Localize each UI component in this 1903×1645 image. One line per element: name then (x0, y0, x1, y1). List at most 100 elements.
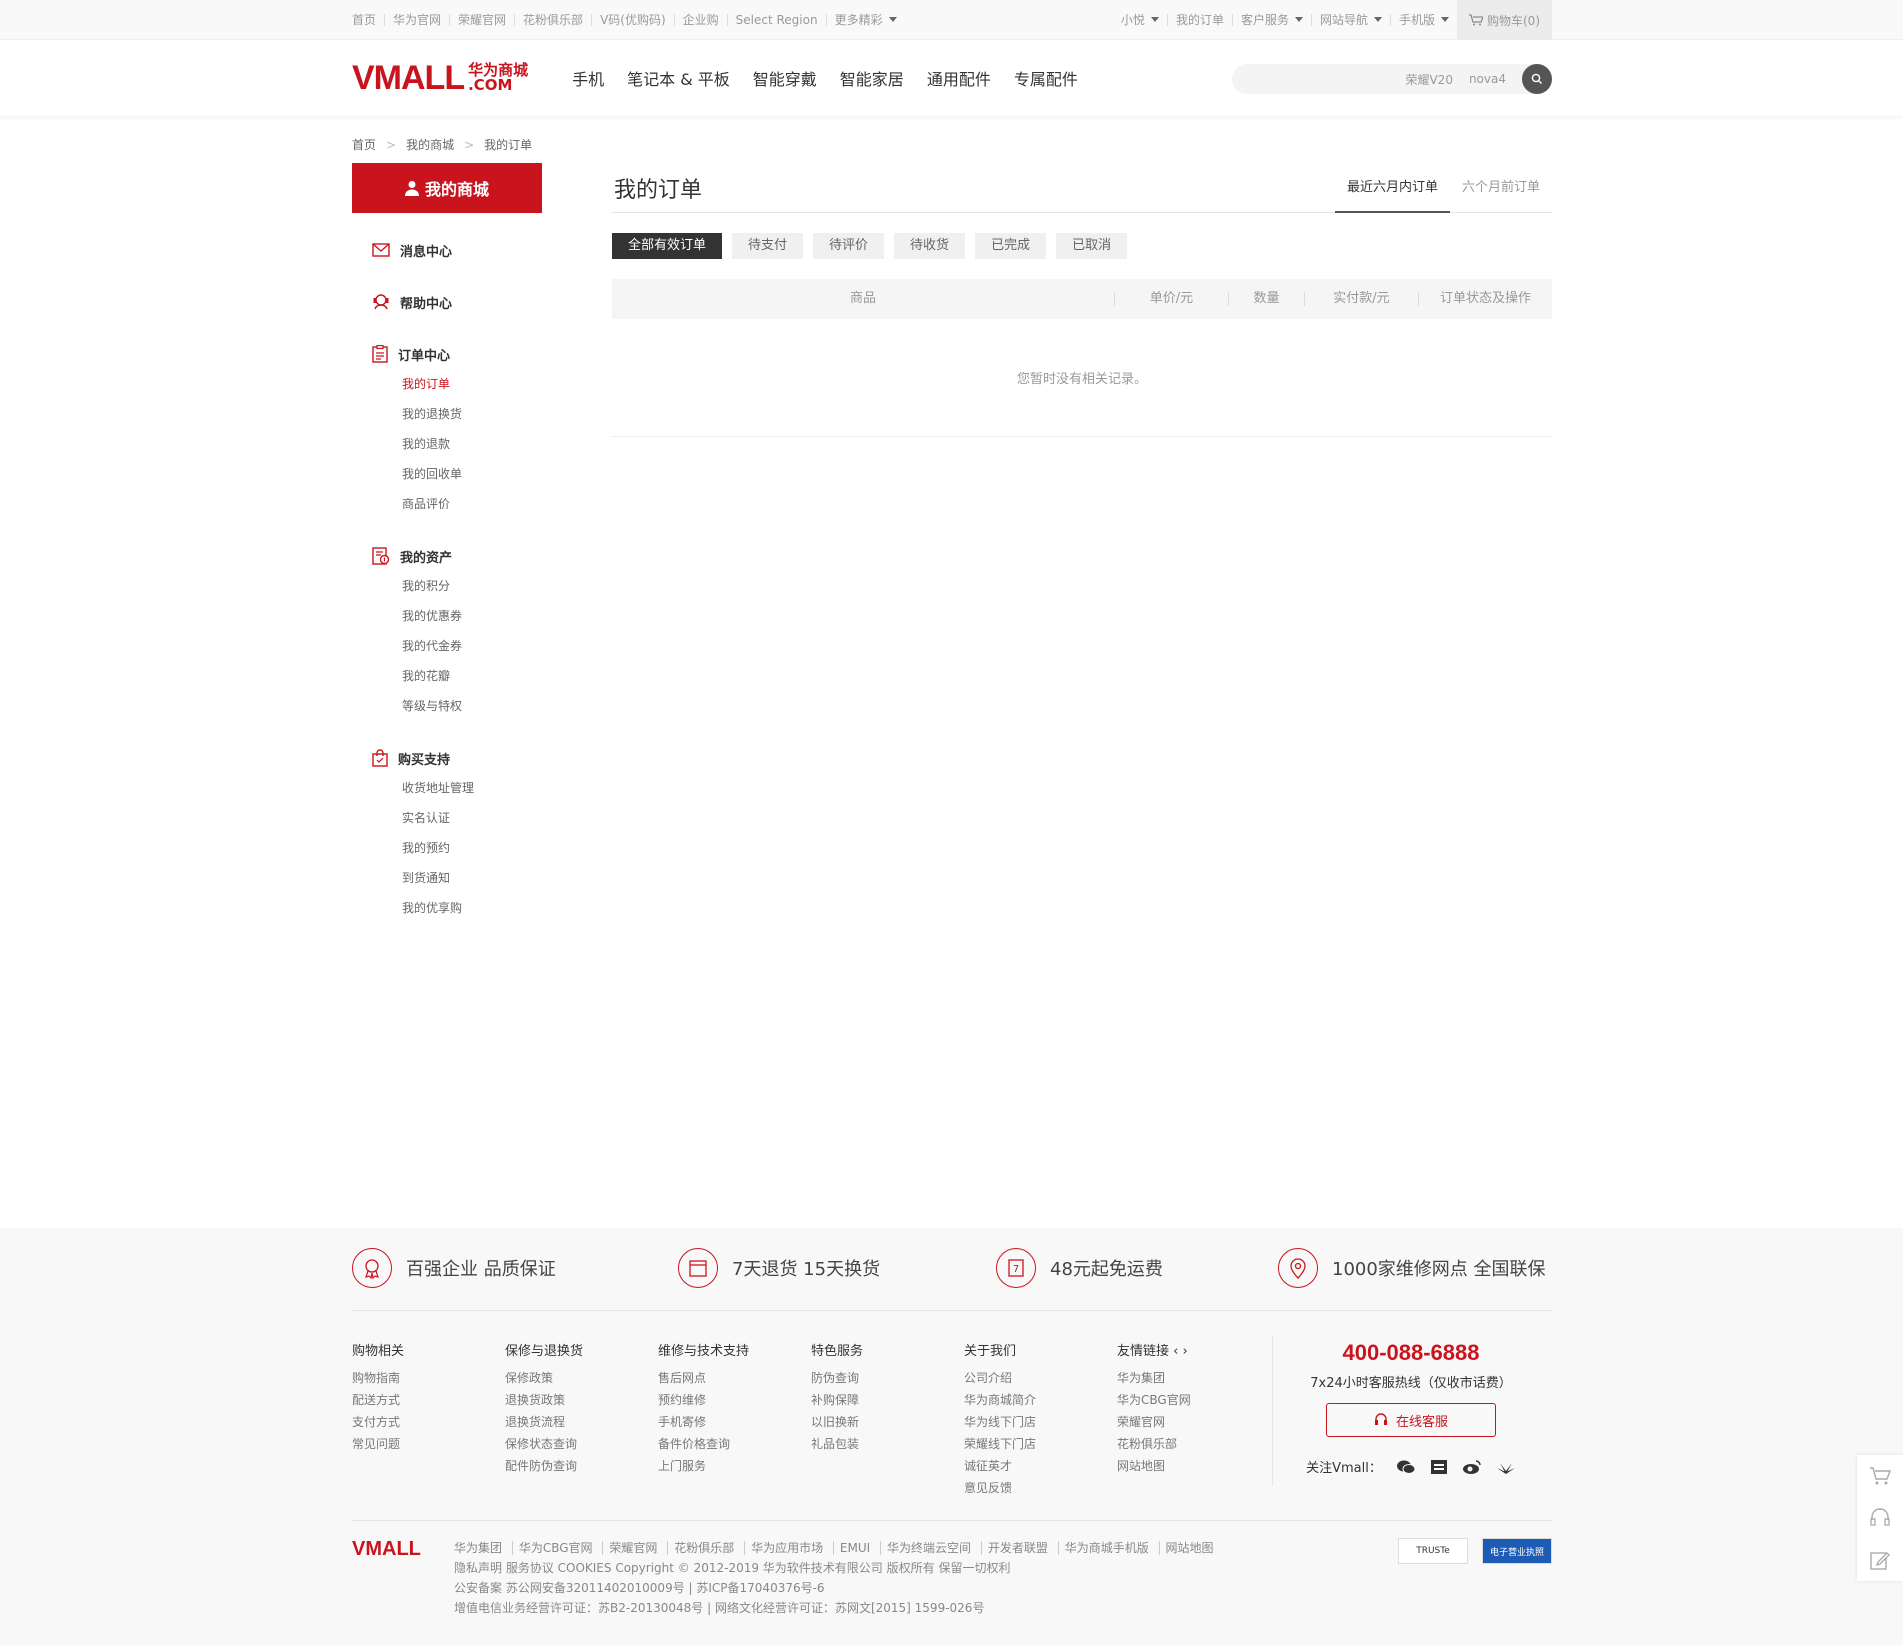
footer-link[interactable]: 荣耀线下门店 (964, 1433, 1117, 1455)
top-link-club[interactable]: 花粉俱乐部 (514, 14, 591, 26)
huawei-icon[interactable] (1496, 1459, 1516, 1475)
copyright-link[interactable]: 开发者联盟 (980, 1541, 1054, 1555)
footer-link[interactable]: 补购保障 (811, 1389, 964, 1411)
nav-smart-home[interactable]: 智能家居 (840, 66, 904, 90)
footer-link[interactable]: 诚征英才 (964, 1455, 1117, 1477)
search-box[interactable]: 荣耀V20 nova4 (1232, 64, 1552, 94)
customer-service-menu[interactable]: 客户服务 (1231, 14, 1311, 26)
sidebar-item-vouchers[interactable]: 我的代金券 (352, 631, 542, 661)
footer-link[interactable]: 华为商城简介 (964, 1389, 1117, 1411)
footer-link[interactable]: 华为集团 (1117, 1367, 1270, 1389)
vmall-logo[interactable]: VMALL 华为商城 .COM (352, 59, 528, 98)
copyright-link[interactable]: 华为终端云空间 (880, 1541, 978, 1555)
sidebar-item-levels[interactable]: 等级与特权 (352, 691, 542, 721)
cart-icon[interactable] (1869, 1466, 1891, 1486)
sidebar-item-reviews[interactable]: 商品评价 (352, 489, 542, 519)
sidebar-header[interactable]: 我的商城 (352, 163, 542, 213)
footer-link[interactable]: 购物指南 (352, 1367, 505, 1389)
top-link-region[interactable]: Select Region (726, 14, 826, 26)
footer-link[interactable]: 华为CBG官网 (1117, 1389, 1270, 1411)
footer-link[interactable]: 预约维修 (658, 1389, 811, 1411)
copyright-link[interactable]: 华为CBG官网 (511, 1541, 599, 1555)
footer-link[interactable]: 荣耀官网 (1117, 1411, 1270, 1433)
sidebar-group-title[interactable]: 消息中心 (352, 235, 542, 265)
search-keyword[interactable]: nova4 (1469, 72, 1506, 86)
footer-link[interactable]: 防伪查询 (811, 1367, 964, 1389)
breadcrumb-my-mall[interactable]: 我的商城 (406, 136, 454, 153)
nav-phone[interactable]: 手机 (572, 66, 604, 90)
sidebar-group-title[interactable]: 订单中心 (352, 339, 542, 369)
sidebar-item-preferred[interactable]: 我的优享购 (352, 893, 542, 923)
tab-older-six-months[interactable]: 六个月前订单 (1450, 163, 1552, 213)
top-cart-button[interactable]: 购物车(0) (1457, 0, 1552, 40)
top-link-more[interactable]: 更多精彩 (825, 14, 905, 26)
filter-all-valid[interactable]: 全部有效订单 (612, 233, 723, 259)
headset-icon[interactable] (1869, 1507, 1891, 1529)
chevron-right-icon[interactable]: › (1183, 1344, 1188, 1359)
sidebar-item-reservations[interactable]: 我的预约 (352, 833, 542, 863)
footer-link[interactable]: 退换货政策 (505, 1389, 658, 1411)
user-menu[interactable]: 小悦 (1121, 14, 1167, 26)
toutiao-icon[interactable] (1430, 1459, 1448, 1475)
footer-link[interactable]: 礼品包装 (811, 1433, 964, 1455)
footer-link[interactable]: 售后网点 (658, 1367, 811, 1389)
site-nav-menu[interactable]: 网站导航 (1310, 14, 1390, 26)
top-link-huawei[interactable]: 华为官网 (384, 14, 449, 26)
footer-link[interactable]: 手机寄修 (658, 1411, 811, 1433)
wechat-icon[interactable] (1396, 1459, 1416, 1475)
sidebar-item-petals[interactable]: 我的花瓣 (352, 661, 542, 691)
search-keyword[interactable]: 荣耀V20 (1405, 71, 1452, 88)
copyright-link[interactable]: 花粉俱乐部 (667, 1541, 741, 1555)
footer-link[interactable]: 配件防伪查询 (505, 1455, 658, 1477)
mobile-version-menu[interactable]: 手机版 (1389, 14, 1457, 26)
copyright-link[interactable]: 荣耀官网 (602, 1541, 664, 1555)
sidebar-group-title[interactable]: 我的资产 (352, 541, 542, 571)
copyright-link[interactable]: 华为应用市场 (744, 1541, 830, 1555)
footer-link[interactable]: 花粉俱乐部 (1117, 1433, 1270, 1455)
sidebar-group-title[interactable]: 帮助中心 (352, 287, 542, 317)
sidebar-item-refunds[interactable]: 我的退款 (352, 429, 542, 459)
footer-link[interactable]: 退换货流程 (505, 1411, 658, 1433)
top-link-enterprise[interactable]: 企业购 (673, 14, 727, 26)
business-license-badge[interactable]: 电子营业执照 (1482, 1538, 1552, 1564)
nav-accessories[interactable]: 通用配件 (927, 66, 991, 90)
copyright-link[interactable]: 网站地图 (1158, 1541, 1220, 1555)
chevron-left-icon[interactable]: ‹ (1173, 1344, 1178, 1359)
sidebar-item-points[interactable]: 我的积分 (352, 571, 542, 601)
top-link-vcode[interactable]: V码(优购码) (591, 14, 674, 26)
footer-link[interactable]: 网站地图 (1117, 1455, 1270, 1477)
top-link-home[interactable]: 首页 (352, 14, 384, 26)
copyright-link[interactable]: 华为商城手机版 (1057, 1541, 1155, 1555)
online-service-button[interactable]: 在线客服 (1326, 1403, 1496, 1437)
footer-link[interactable]: 上门服务 (658, 1455, 811, 1477)
nav-wearable[interactable]: 智能穿戴 (753, 66, 817, 90)
sidebar-item-arrival-notice[interactable]: 到货通知 (352, 863, 542, 893)
sidebar-group-title[interactable]: 购买支持 (352, 743, 542, 773)
filter-pending-review[interactable]: 待评价 (813, 233, 885, 259)
truste-badge[interactable]: TRUSTe (1398, 1538, 1468, 1564)
filter-pending-payment[interactable]: 待支付 (732, 233, 804, 259)
footer-link[interactable]: 保修政策 (505, 1367, 658, 1389)
nav-exclusive-accessories[interactable]: 专属配件 (1014, 66, 1078, 90)
footer-link[interactable]: 保修状态查询 (505, 1433, 658, 1455)
tab-recent-six-months[interactable]: 最近六月内订单 (1334, 163, 1450, 213)
footer-link[interactable]: 以旧换新 (811, 1411, 964, 1433)
breadcrumb-home[interactable]: 首页 (352, 136, 376, 153)
footer-link[interactable]: 配送方式 (352, 1389, 505, 1411)
footer-logo[interactable]: VMALL (352, 1538, 421, 1561)
footer-link[interactable]: 公司介绍 (964, 1367, 1117, 1389)
footer-link[interactable]: 常见问题 (352, 1433, 505, 1455)
filter-completed[interactable]: 已完成 (975, 233, 1047, 259)
weibo-icon[interactable] (1462, 1459, 1482, 1475)
edit-icon[interactable] (1870, 1550, 1890, 1571)
copyright-link[interactable]: EMUI (832, 1541, 877, 1555)
footer-link[interactable]: 华为线下门店 (964, 1411, 1117, 1433)
filter-pending-receipt[interactable]: 待收货 (894, 233, 966, 259)
search-button[interactable] (1522, 64, 1552, 94)
footer-link[interactable]: 备件价格查询 (658, 1433, 811, 1455)
sidebar-item-address[interactable]: 收货地址管理 (352, 773, 542, 803)
footer-link[interactable]: 意见反馈 (964, 1477, 1117, 1499)
sidebar-item-recycle[interactable]: 我的回收单 (352, 459, 542, 489)
sidebar-item-returns[interactable]: 我的退换货 (352, 399, 542, 429)
footer-link[interactable]: 支付方式 (352, 1411, 505, 1433)
